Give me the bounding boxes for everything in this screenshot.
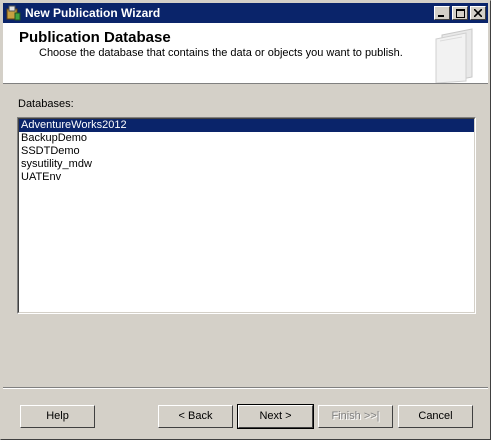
- databases-listbox[interactable]: AdventureWorks2012 BackupDemo SSDTDemo s…: [17, 117, 476, 314]
- wizard-window: New Publication Wizard Publication Datab…: [0, 0, 491, 440]
- wizard-header: Publication Database Choose the database…: [3, 23, 488, 84]
- cancel-button[interactable]: Cancel: [398, 405, 473, 428]
- list-item-ssdtdemo[interactable]: SSDTDemo: [19, 145, 474, 158]
- list-item-sysutility-mdw[interactable]: sysutility_mdw: [19, 158, 474, 171]
- list-item-uatenv[interactable]: UATEnv: [19, 171, 474, 184]
- maximize-button[interactable]: [452, 6, 468, 20]
- page-description: Choose the database that contains the da…: [39, 47, 403, 59]
- help-button[interactable]: Help: [20, 405, 95, 428]
- next-button[interactable]: Next >: [237, 404, 314, 429]
- minimize-button[interactable]: [434, 6, 450, 20]
- wizard-graphic-icon: [435, 28, 473, 83]
- close-icon: [474, 9, 482, 17]
- app-icon: [6, 5, 21, 21]
- title-bar[interactable]: New Publication Wizard: [3, 3, 488, 23]
- list-item-adventureworks2012[interactable]: AdventureWorks2012: [19, 119, 474, 132]
- finish-button: Finish >>|: [318, 405, 393, 428]
- page-title: Publication Database: [19, 29, 171, 46]
- footer-divider: [3, 387, 488, 389]
- back-button[interactable]: < Back: [158, 405, 233, 428]
- close-button[interactable]: [470, 6, 486, 20]
- databases-label: Databases:: [18, 98, 74, 110]
- window-title: New Publication Wizard: [25, 6, 161, 20]
- list-item-backupdemo[interactable]: BackupDemo: [19, 132, 474, 145]
- maximize-icon: [455, 8, 465, 18]
- minimize-icon: [438, 15, 444, 17]
